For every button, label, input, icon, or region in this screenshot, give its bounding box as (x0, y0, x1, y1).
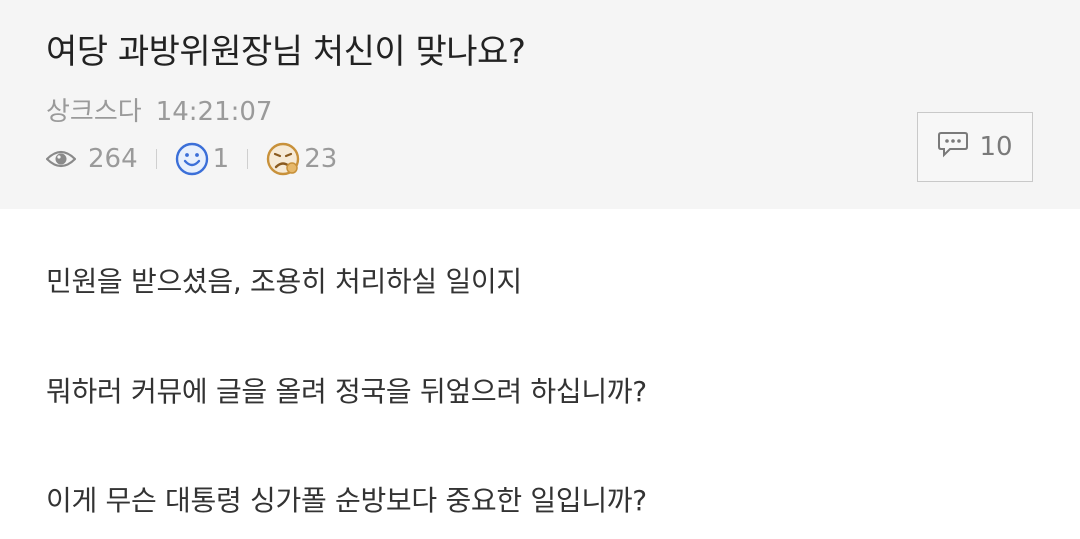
dislike-count[interactable]: 23 (266, 142, 337, 176)
view-count: 264 (46, 144, 138, 174)
comments-button[interactable]: 10 (917, 112, 1033, 182)
like-count-value: 1 (212, 144, 230, 174)
comment-count: 10 (979, 132, 1013, 162)
smiley-icon[interactable] (175, 142, 209, 176)
speech-bubble-icon (937, 130, 979, 165)
frown-face-icon[interactable] (266, 142, 300, 176)
post-body-line: 뭐하러 커뮤에 글을 올려 정국을 뒤엎으려 하십니까? (46, 375, 647, 408)
eye-icon (46, 149, 76, 169)
author-name[interactable]: 상크스다 (46, 97, 142, 127)
post-header: 여당 과방위원장님 처신이 맞나요? 상크스다 14:21:07 264 1 2… (0, 0, 1080, 209)
dislike-count-value: 23 (304, 144, 338, 174)
divider (155, 149, 157, 169)
post-time: 14:21:07 (155, 97, 273, 127)
post-title: 여당 과방위원장님 처신이 맞나요? (46, 32, 526, 72)
divider (247, 149, 249, 169)
like-count[interactable]: 1 (175, 142, 230, 176)
view-count-value: 264 (88, 144, 138, 174)
post-meta: 상크스다 14:21:07 (46, 91, 272, 128)
post-body-line: 이게 무슨 대통령 싱가폴 순방보다 중요한 일입니까? (46, 484, 647, 517)
post-stats: 264 1 23 (46, 141, 337, 177)
post-body-line: 민원을 받으셨음, 조용히 처리하실 일이지 (46, 265, 522, 298)
